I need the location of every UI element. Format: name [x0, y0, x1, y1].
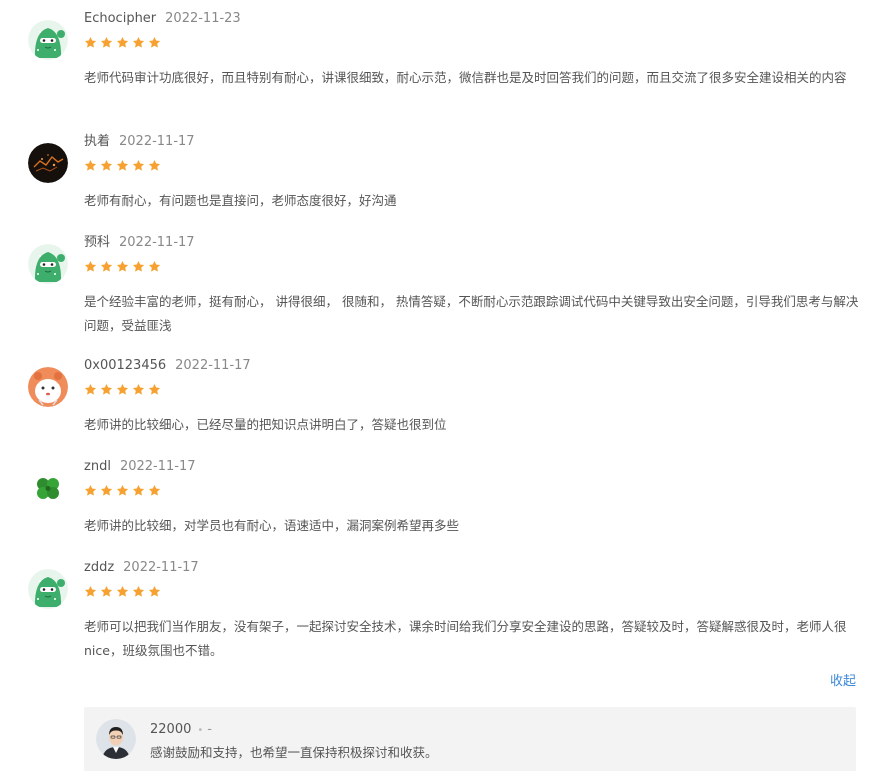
star-icon: [148, 585, 161, 598]
cactus-avatar[interactable]: [28, 244, 68, 284]
review-list: Echocipher 2022-11-23 老师代码审计功底很好，而且特别有耐心，…: [0, 0, 873, 771]
star-icon: [148, 260, 161, 273]
review-username[interactable]: zndl: [84, 459, 111, 474]
review-item: zndl 2022-11-17 老师讲的比较细，对学员也有耐心，语速适中，漏洞案例…: [0, 448, 873, 548]
review-text: 老师讲的比较细，对学员也有耐心，语速适中，漏洞案例希望再多些: [84, 518, 460, 533]
reply-text: 感谢鼓励和支持，也希望一直保持积极探讨和收获。: [150, 745, 438, 760]
review-date: 2022-11-17: [175, 358, 251, 373]
review-date: 2022-11-23: [165, 11, 241, 26]
review-text: 老师有耐心，有问题也是直接问，老师态度很好，好沟通: [84, 193, 397, 208]
review-meta: zndl 2022-11-17: [84, 458, 196, 476]
review-meta: zddz 2022-11-17: [84, 559, 199, 577]
star-rating: [84, 383, 161, 399]
collapse-link[interactable]: 收起: [830, 670, 856, 689]
review-username[interactable]: 预科: [84, 235, 110, 250]
review-username[interactable]: 0x00123456: [84, 358, 166, 373]
star-icon: [116, 260, 129, 273]
star-icon: [100, 159, 113, 172]
review-meta: Echocipher 2022-11-23: [84, 10, 241, 28]
review-text: 老师可以把我们当作朋友，没有架子，一起探讨安全技术，课余时间给我们分享安全建设的…: [84, 619, 847, 658]
star-rating: [84, 585, 161, 601]
review-meta: 0x00123456 2022-11-17: [84, 357, 251, 375]
review-date: 2022-11-17: [123, 560, 199, 575]
reply-username[interactable]: 22000: [150, 722, 191, 737]
review-date: 2022-11-17: [119, 235, 195, 250]
star-icon: [84, 484, 97, 497]
review-item: zddz 2022-11-17 老师可以把我们当作朋友，没有架子，一起探讨安全技术…: [0, 549, 873, 669]
star-icon: [148, 36, 161, 49]
star-rating: [84, 36, 161, 52]
star-icon: [84, 36, 97, 49]
star-icon: [84, 585, 97, 598]
star-icon: [116, 159, 129, 172]
review-meta: 执着 2022-11-17: [84, 133, 195, 151]
star-icon: [84, 260, 97, 273]
reply-date-placeholder: -: [207, 722, 212, 737]
star-icon: [132, 260, 145, 273]
star-icon: [132, 36, 145, 49]
star-icon: [116, 383, 129, 396]
teacher-reply: 22000 • - 感谢鼓励和支持，也希望一直保持积极探讨和收获。: [84, 707, 856, 771]
star-icon: [84, 159, 97, 172]
star-icon: [100, 260, 113, 273]
star-icon: [116, 585, 129, 598]
review-username[interactable]: 执着: [84, 134, 110, 149]
review-username[interactable]: Echocipher: [84, 11, 156, 26]
star-rating: [84, 484, 161, 500]
review-meta: 预科 2022-11-17: [84, 234, 195, 252]
star-icon: [132, 159, 145, 172]
star-icon: [116, 36, 129, 49]
clover-avatar[interactable]: [28, 468, 68, 508]
cartoon-girl-avatar[interactable]: [28, 367, 68, 407]
star-icon: [132, 383, 145, 396]
review-item: 预科 2022-11-17 是个经验丰富的老师，挺有耐心， 讲得很细， 很随和， …: [0, 224, 873, 348]
review-text: 是个经验丰富的老师，挺有耐心， 讲得很细， 很随和， 热情答疑，不断耐心示范跟踪…: [84, 294, 859, 333]
star-icon: [132, 484, 145, 497]
review-date: 2022-11-17: [119, 459, 196, 474]
review-date: 2022-11-17: [119, 134, 195, 149]
star-rating: [84, 260, 161, 276]
cactus-avatar[interactable]: [28, 569, 68, 609]
star-icon: [100, 36, 113, 49]
review-item: Echocipher 2022-11-23 老师代码审计功底很好，而且特别有耐心，…: [0, 0, 873, 120]
star-icon: [100, 585, 113, 598]
separator-dot: •: [197, 725, 204, 736]
review-text: 老师代码审计功底很好，而且特别有耐心，讲课很细致，耐心示范，微信群也是及时回答我…: [84, 70, 847, 85]
star-icon: [132, 585, 145, 598]
review-item: 执着 2022-11-17 老师有耐心，有问题也是直接问，老师态度很好，好沟通: [0, 123, 873, 223]
star-icon: [148, 484, 161, 497]
night-city-avatar[interactable]: [28, 143, 68, 183]
review-item: 0x00123456 2022-11-17 老师讲的比较细心，已经尽量的把知识点讲…: [0, 347, 873, 447]
star-icon: [148, 159, 161, 172]
star-icon: [116, 484, 129, 497]
review-username[interactable]: zddz: [84, 560, 114, 575]
star-icon: [100, 484, 113, 497]
man-portrait-avatar[interactable]: [96, 719, 136, 759]
star-icon: [148, 383, 161, 396]
star-icon: [84, 383, 97, 396]
star-rating: [84, 159, 161, 175]
review-text: 老师讲的比较细心，已经尽量的把知识点讲明白了，答疑也很到位: [84, 417, 447, 432]
star-icon: [100, 383, 113, 396]
reply-meta: 22000 • -: [150, 721, 212, 740]
cactus-avatar[interactable]: [28, 20, 68, 60]
